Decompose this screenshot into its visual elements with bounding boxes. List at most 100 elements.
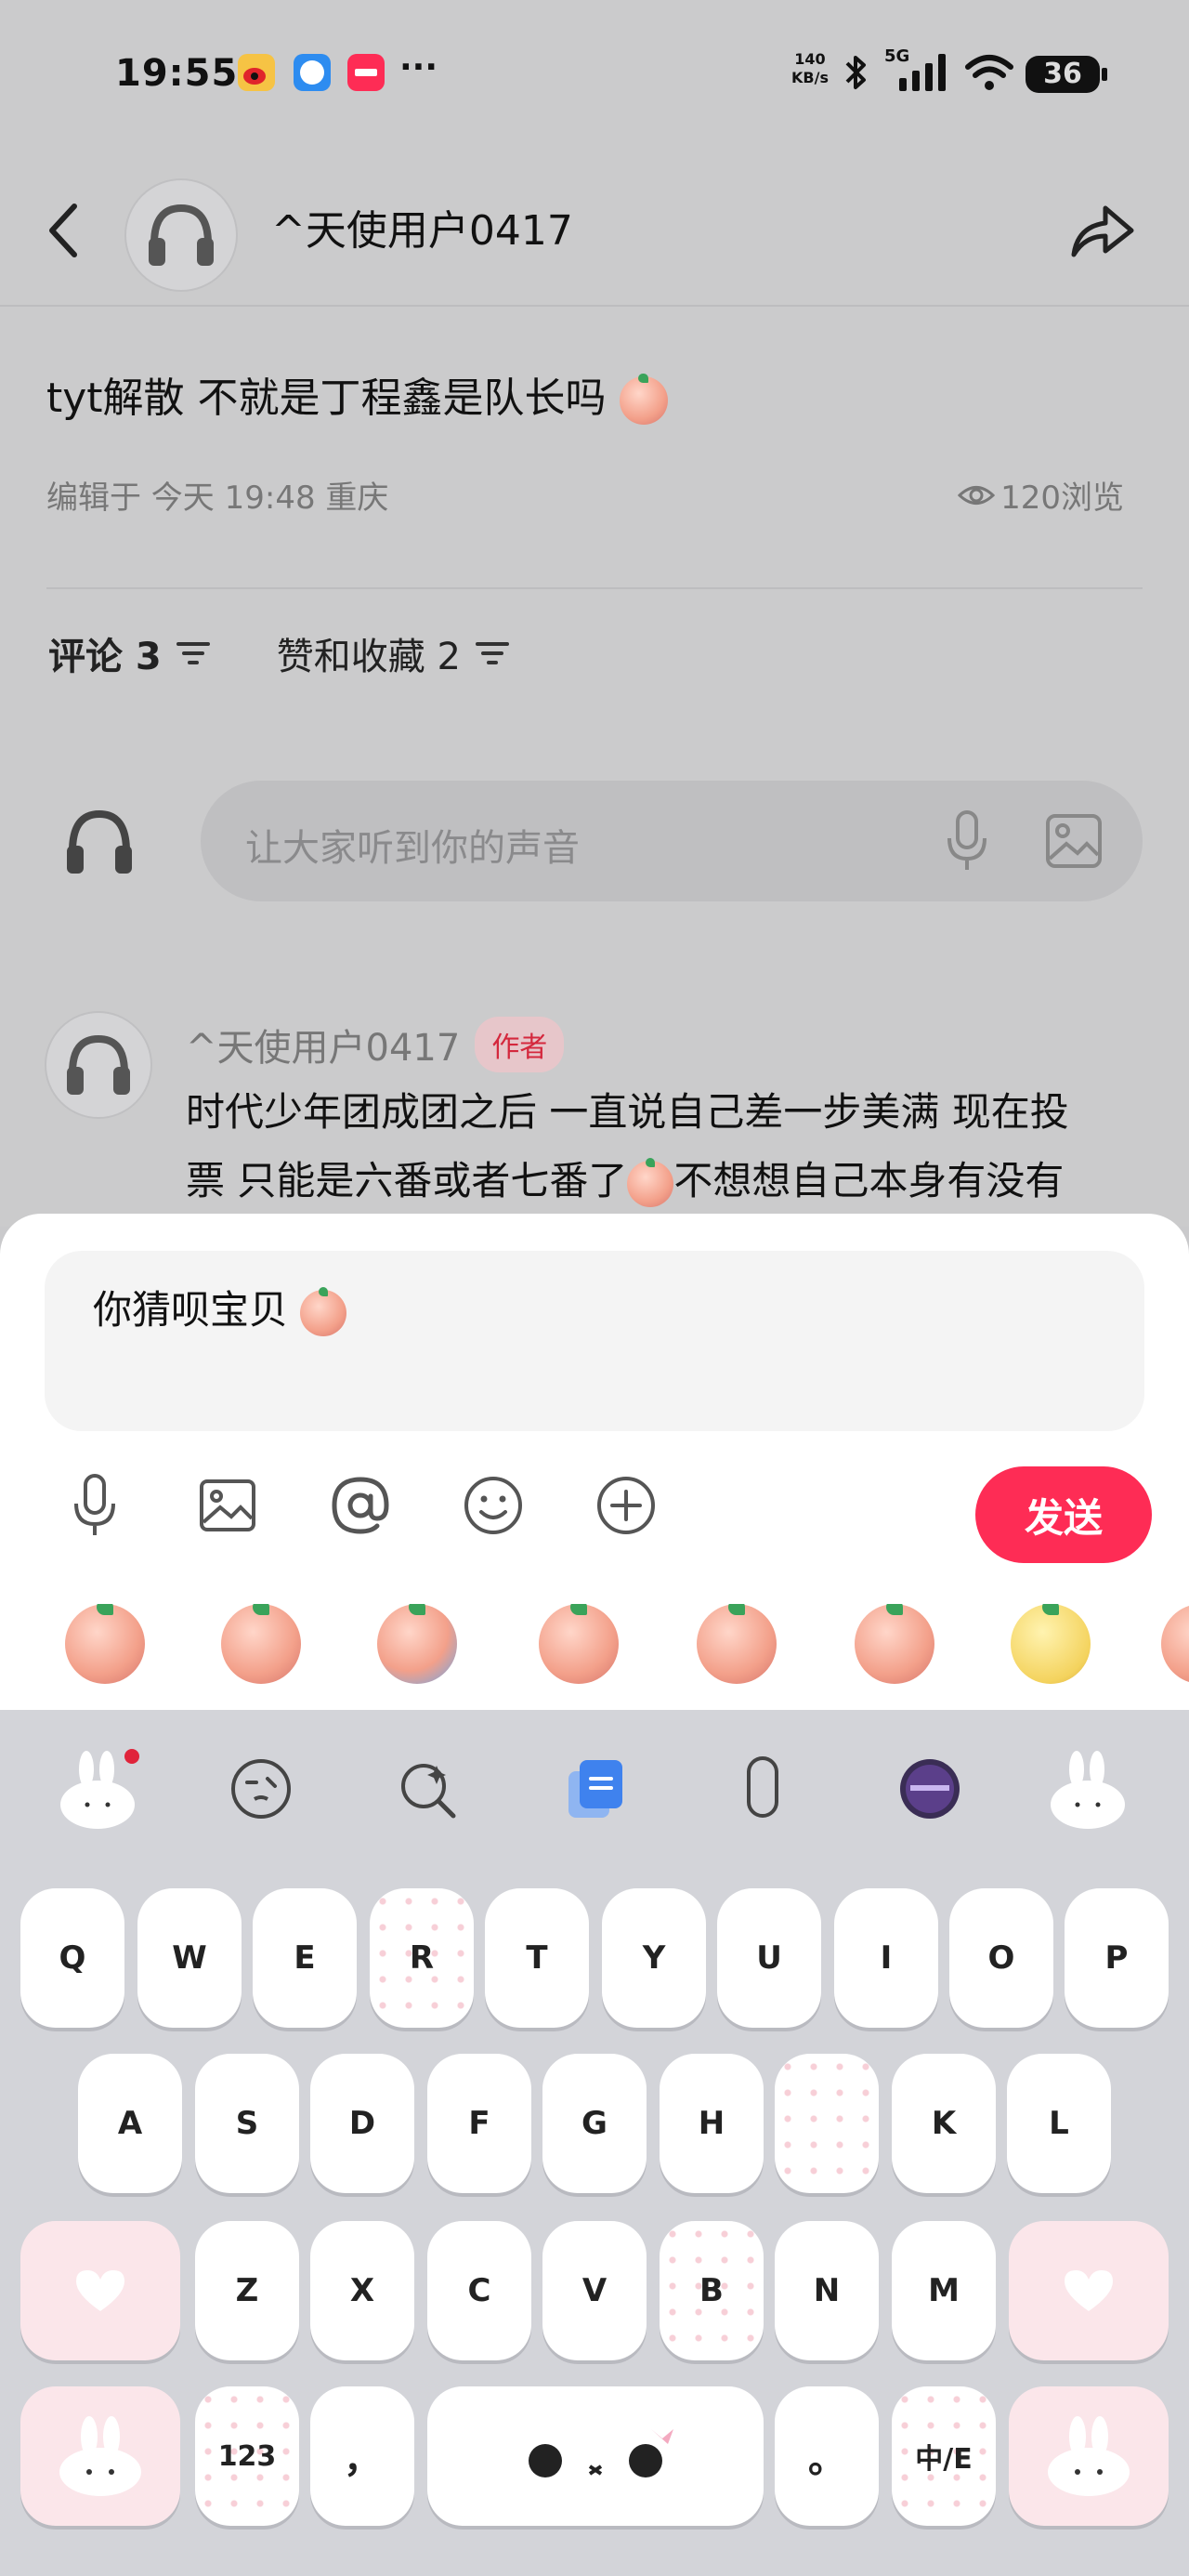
emoji-button[interactable] bbox=[460, 1472, 527, 1539]
signal-icon bbox=[899, 54, 946, 91]
key-x[interactable]: X bbox=[310, 2221, 414, 2360]
smiley-icon bbox=[464, 1477, 522, 1534]
image-button[interactable] bbox=[194, 1472, 261, 1539]
comment-line-2: 票 只能是六番或者七番了 不想想自己本身有没有 bbox=[186, 1147, 1143, 1216]
key-g[interactable]: G bbox=[542, 2054, 647, 2193]
browser-app-icon bbox=[294, 54, 331, 91]
comment-text: 时代少年团成团之后 一直说自己差一步美满 现在投 票 只能是六番或者七番了 不想想… bbox=[186, 1078, 1143, 1216]
reply-input[interactable]: 你猜呗宝贝 bbox=[45, 1251, 1144, 1431]
commenter-name: ^天使用户0417 作者 bbox=[186, 1017, 565, 1072]
bunny-icon bbox=[1048, 2416, 1130, 2496]
sticker-crying-icon[interactable] bbox=[377, 1604, 457, 1684]
key-t[interactable]: T bbox=[485, 1888, 589, 2028]
status-bar: 19:55 ··· 140 KB/s 5G 36 bbox=[0, 0, 1189, 149]
period-key[interactable]: 。 bbox=[775, 2386, 879, 2526]
space-key[interactable] bbox=[427, 2386, 764, 2526]
post-detail-page: 19:55 ··· 140 KB/s 5G 36 ^天使用户0417 tyt解散… bbox=[0, 0, 1189, 1227]
more-notifications-icon: ··· bbox=[399, 48, 438, 86]
heart-icon bbox=[76, 2270, 124, 2311]
key-s[interactable]: S bbox=[195, 2054, 299, 2193]
sticker-laugh-cry-icon[interactable] bbox=[221, 1604, 301, 1684]
key-k[interactable]: K bbox=[892, 2054, 996, 2193]
sticker-smile-icon[interactable] bbox=[855, 1604, 934, 1684]
image-icon bbox=[200, 1479, 255, 1531]
image-icon[interactable] bbox=[1044, 812, 1104, 870]
sticker-kiss-heart-icon[interactable] bbox=[65, 1604, 145, 1684]
key-d[interactable]: D bbox=[310, 2054, 414, 2193]
backspace-key[interactable] bbox=[1009, 2221, 1169, 2360]
key-n[interactable]: N bbox=[775, 2221, 879, 2360]
top-nav: ^天使用户0417 bbox=[0, 167, 1189, 307]
clipboard-notes-icon[interactable] bbox=[554, 1747, 637, 1831]
voice-input-icon[interactable] bbox=[721, 1747, 804, 1831]
sticker-yellow-face-icon[interactable] bbox=[1011, 1604, 1091, 1684]
comment-line-1: 时代少年团成团之后 一直说自己差一步美满 现在投 bbox=[186, 1089, 1069, 1135]
key-l[interactable]: L bbox=[1007, 2054, 1111, 2193]
microphone-icon bbox=[74, 1474, 115, 1535]
bunny-icon[interactable] bbox=[1046, 1747, 1130, 1831]
send-button[interactable]: 发送 bbox=[975, 1466, 1152, 1563]
bunny-skin-icon[interactable] bbox=[56, 1747, 139, 1831]
key-e[interactable]: E bbox=[253, 1888, 357, 2028]
key-h[interactable]: H bbox=[660, 2054, 764, 2193]
emoji-switch-key[interactable] bbox=[20, 2386, 180, 2526]
key-c[interactable]: C bbox=[427, 2221, 531, 2360]
share-icon[interactable] bbox=[1065, 193, 1139, 268]
tab-comments[interactable]: 评论 3 bbox=[48, 626, 212, 680]
user-avatar[interactable] bbox=[124, 178, 238, 292]
more-button[interactable] bbox=[593, 1472, 660, 1539]
numbers-key[interactable]: 123 bbox=[195, 2386, 299, 2526]
key-v[interactable]: V bbox=[542, 2221, 647, 2360]
key-i[interactable]: I bbox=[834, 1888, 938, 2028]
key-z[interactable]: Z bbox=[195, 2221, 299, 2360]
sticker-surprised-icon[interactable] bbox=[697, 1604, 777, 1684]
headphones-icon bbox=[67, 1034, 130, 1095]
comment-line-2a: 票 只能是六番或者七番了 bbox=[186, 1158, 628, 1203]
divider bbox=[46, 587, 1143, 589]
comma-key[interactable]: ， bbox=[310, 2386, 414, 2526]
plus-circle-icon bbox=[597, 1477, 655, 1534]
key-u[interactable]: U bbox=[717, 1888, 821, 2028]
mention-button[interactable] bbox=[327, 1472, 394, 1539]
reply-sheet: 你猜呗宝贝 发送 bbox=[0, 1214, 1189, 1710]
key-a[interactable]: A bbox=[78, 2054, 182, 2193]
heart-icon bbox=[1065, 2270, 1113, 2311]
skin-studio-icon[interactable] bbox=[888, 1747, 972, 1831]
key-q[interactable]: Q bbox=[20, 1888, 124, 2028]
language-switch-key[interactable]: 中/E bbox=[892, 2386, 996, 2526]
headphones-icon bbox=[149, 204, 214, 266]
shift-key[interactable] bbox=[20, 2221, 180, 2360]
reply-text: 你猜呗宝贝 bbox=[93, 1287, 289, 1333]
key-j[interactable]: J bbox=[775, 2054, 879, 2193]
key-o[interactable]: O bbox=[949, 1888, 1053, 2028]
sticker-pleading-icon[interactable] bbox=[539, 1604, 619, 1684]
key-w[interactable]: W bbox=[137, 1888, 242, 2028]
ai-search-icon[interactable] bbox=[386, 1747, 470, 1831]
commenter-name-text: ^天使用户0417 bbox=[186, 1027, 461, 1070]
key-r[interactable]: R bbox=[370, 1888, 474, 2028]
key-m[interactable]: M bbox=[892, 2221, 996, 2360]
key-f[interactable]: F bbox=[427, 2054, 531, 2193]
key-p[interactable]: P bbox=[1065, 1888, 1169, 2028]
key-y[interactable]: Y bbox=[602, 1888, 706, 2028]
back-chevron-icon[interactable] bbox=[41, 193, 85, 268]
crying-peach-emoji-icon bbox=[627, 1157, 674, 1207]
voice-button[interactable] bbox=[61, 1472, 128, 1539]
filter-icon[interactable] bbox=[175, 638, 212, 668]
tab-likes-favorites[interactable]: 赞和收藏 2 bbox=[277, 626, 511, 680]
microphone-icon[interactable] bbox=[944, 808, 990, 874]
net-speed-value: 140 bbox=[794, 50, 826, 68]
wink-face-icon[interactable] bbox=[219, 1747, 303, 1831]
sticker-partial-icon[interactable] bbox=[1161, 1604, 1189, 1684]
enter-key[interactable] bbox=[1009, 2386, 1169, 2526]
kiss-peach-emoji-icon bbox=[300, 1286, 347, 1336]
page-title: ^天使用户0417 bbox=[271, 207, 573, 255]
commenter-avatar[interactable] bbox=[45, 1011, 152, 1119]
net-speed-unit: KB/s bbox=[791, 69, 829, 86]
tab-likes-label: 赞和收藏 2 bbox=[276, 636, 461, 678]
comment-input[interactable]: 让大家听到你的声音 bbox=[201, 781, 1143, 901]
filter-icon[interactable] bbox=[474, 638, 511, 668]
author-badge: 作者 bbox=[475, 1017, 565, 1072]
key-b[interactable]: B bbox=[660, 2221, 764, 2360]
post-text: tyt解散 不就是丁程鑫是队长吗 bbox=[46, 375, 607, 422]
